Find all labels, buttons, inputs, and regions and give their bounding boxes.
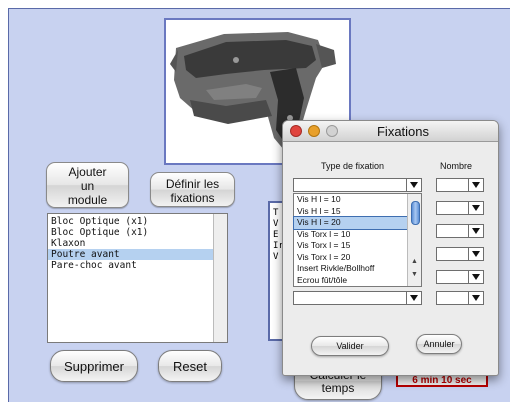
fixation-option[interactable]: Vis Torx l = 10 <box>294 229 407 241</box>
fixations-dialog: Fixations Type de fixation Nombre Vis H … <box>282 120 499 376</box>
fixation-option[interactable]: Vis H l = 20 <box>293 216 408 230</box>
scroll-thumb[interactable] <box>411 201 420 225</box>
minimize-button-icon[interactable] <box>308 125 320 137</box>
reset-button[interactable]: Reset <box>158 350 222 382</box>
cancel-button[interactable]: Annuler <box>416 334 462 354</box>
fixation-type-dropdown[interactable]: Vis H l = 10 Vis H l = 15 Vis H l = 20 Vis … <box>293 193 422 287</box>
scroll-down-arrow-icon[interactable]: ▼ <box>411 271 418 278</box>
scroll-up-arrow-icon[interactable]: ▲ <box>411 258 418 265</box>
fixation-option[interactable]: Vis Torx l = 15 <box>294 240 407 252</box>
chevron-down-icon[interactable] <box>468 202 483 214</box>
fixation-options-list: Vis H l = 10 Vis H l = 15 Vis H l = 20 Vis … <box>293 194 408 287</box>
count-select-2[interactable] <box>436 201 484 215</box>
modules-list-scrollbar[interactable] <box>213 214 227 342</box>
count-select-3[interactable] <box>436 224 484 238</box>
fixation-type-select-1[interactable] <box>293 178 422 192</box>
fixation-option[interactable]: Insert Rivkle/Bollhoff <box>294 263 407 275</box>
chevron-down-icon[interactable] <box>468 248 483 260</box>
modules-list-items: Bloc Optique (x1) Bloc Optique (x1) Klaxon… <box>48 216 214 271</box>
module-list-item[interactable]: Poutre avant <box>48 249 214 260</box>
fixation-type-select-2[interactable] <box>293 291 422 305</box>
validate-button[interactable]: Valider <box>311 336 389 356</box>
dialog-title: Fixations <box>376 124 430 139</box>
count-select-6[interactable] <box>436 291 484 305</box>
chevron-down-icon[interactable] <box>468 179 483 191</box>
module-list-item[interactable]: Bloc Optique (x1) <box>48 216 214 227</box>
count-column-header: Nombre <box>440 161 473 171</box>
type-column-header: Type de fixation <box>321 161 385 171</box>
count-select-1[interactable] <box>436 178 484 192</box>
module-list-item[interactable]: Bloc Optique (x1) <box>48 227 214 238</box>
define-fixations-button[interactable]: Définir les fixations <box>150 172 235 207</box>
fixation-option[interactable]: Vis H l = 15 <box>294 206 407 218</box>
modules-list[interactable]: Bloc Optique (x1) Bloc Optique (x1) Klaxon… <box>47 213 228 343</box>
chevron-down-icon[interactable] <box>406 292 421 304</box>
chevron-down-icon[interactable] <box>468 271 483 283</box>
fixation-option[interactable]: Ecrou fût/tôle <box>294 275 407 287</box>
module-list-item[interactable]: Klaxon <box>48 238 214 249</box>
count-select-4[interactable] <box>436 247 484 261</box>
add-module-button[interactable]: Ajouter un module <box>46 162 129 208</box>
chevron-down-icon[interactable] <box>468 292 483 304</box>
fixation-option[interactable]: Vis H l = 10 <box>294 194 407 206</box>
count-select-5[interactable] <box>436 270 484 284</box>
module-list-item[interactable]: Pare-choc avant <box>48 260 214 271</box>
chevron-down-icon[interactable] <box>406 179 421 191</box>
zoom-button-icon[interactable] <box>326 125 338 137</box>
delete-button[interactable]: Supprimer <box>50 350 138 382</box>
close-button-icon[interactable] <box>290 125 302 137</box>
fixation-dropdown-scrollbar[interactable]: ▲ ▼ <box>407 194 421 286</box>
dialog-titlebar: Fixations <box>283 121 498 142</box>
fixation-option[interactable]: Vis Torx l = 20 <box>294 252 407 264</box>
chevron-down-icon[interactable] <box>468 225 483 237</box>
